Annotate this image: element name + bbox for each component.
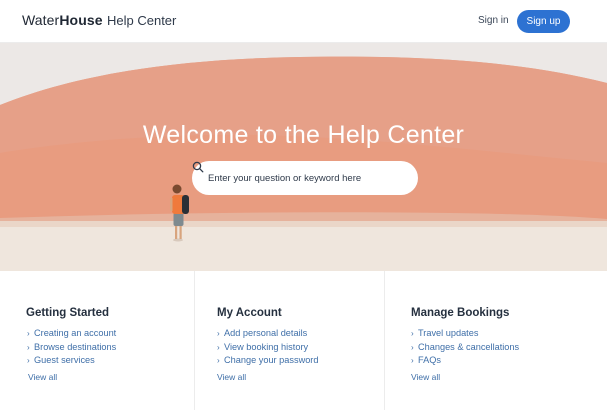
hero-banner: Welcome to the Help Center <box>0 43 607 271</box>
chevron-right-icon: › <box>27 342 30 352</box>
chevron-right-icon: › <box>217 342 220 352</box>
chevron-right-icon: › <box>411 342 414 352</box>
section-link-list: › Travel updates › Changes & cancellations… <box>411 327 519 368</box>
section-link[interactable]: › Changes & cancellations <box>411 341 519 355</box>
section-link-label: Changes & cancellations <box>418 341 520 352</box>
view-all-link[interactable]: View all <box>217 372 246 382</box>
search-input[interactable] <box>208 172 384 184</box>
chevron-right-icon: › <box>27 329 30 338</box>
search-icon[interactable] <box>192 161 204 173</box>
site-subtitle: Help Center <box>107 13 177 28</box>
help-sections: Getting Started › Creating an account › Br… <box>0 271 607 410</box>
view-all-link[interactable]: View all <box>28 372 57 382</box>
salt-pan-ground <box>0 223 607 271</box>
ground-horizon <box>0 221 607 227</box>
section-link-label: Creating an account <box>34 328 117 338</box>
top-navbar: WaterHouse Help Center Sign in Sign up <box>0 0 607 43</box>
section-link-list: › Creating an account › Browse destination… <box>27 327 116 368</box>
section-manage-bookings: Manage Bookings › Travel updates › Changes… <box>384 271 607 410</box>
search-bar[interactable] <box>192 161 418 195</box>
section-link-label: Add personal details <box>224 328 308 338</box>
chevron-right-icon: › <box>217 356 220 365</box>
section-link[interactable]: › Add personal details <box>217 327 318 341</box>
section-my-account: My Account › Add personal details › View b… <box>194 271 384 410</box>
sign-in-link[interactable]: Sign in <box>478 15 509 26</box>
section-link-label: FAQs <box>418 355 441 365</box>
section-title: Getting Started <box>26 307 110 319</box>
section-link[interactable]: › Guest services <box>27 354 116 368</box>
logo-text-water: Water <box>22 12 60 28</box>
section-link[interactable]: › Change your password <box>217 354 318 368</box>
section-link[interactable]: › FAQs <box>411 354 519 368</box>
section-link[interactable]: › Creating an account <box>27 327 116 341</box>
section-link-label: Travel updates <box>418 328 479 338</box>
sign-up-button[interactable]: Sign up <box>517 10 570 33</box>
section-title: My Account <box>217 307 282 319</box>
chevron-right-icon: › <box>411 329 414 338</box>
section-link-label: View booking history <box>224 341 309 352</box>
section-link[interactable]: › View booking history <box>217 341 318 355</box>
section-link[interactable]: › Browse destinations <box>27 341 116 355</box>
desert-background-image <box>0 43 607 271</box>
logo-text-house: House <box>59 12 103 28</box>
section-getting-started: Getting Started › Creating an account › Br… <box>0 271 194 410</box>
hero-title: Welcome to the Help Center <box>142 121 465 149</box>
section-link-label: Change your password <box>224 355 319 365</box>
section-link-label: Guest services <box>34 355 95 365</box>
chevron-right-icon: › <box>411 356 414 365</box>
chevron-right-icon: › <box>27 356 30 365</box>
section-link-label: Browse destinations <box>34 341 117 352</box>
brand-logo[interactable]: WaterHouse <box>22 12 103 28</box>
section-title: Manage Bookings <box>411 307 510 319</box>
section-link[interactable]: › Travel updates <box>411 327 519 341</box>
chevron-right-icon: › <box>217 329 220 338</box>
view-all-link[interactable]: View all <box>411 372 440 382</box>
section-link-list: › Add personal details › View booking hist… <box>217 327 318 368</box>
